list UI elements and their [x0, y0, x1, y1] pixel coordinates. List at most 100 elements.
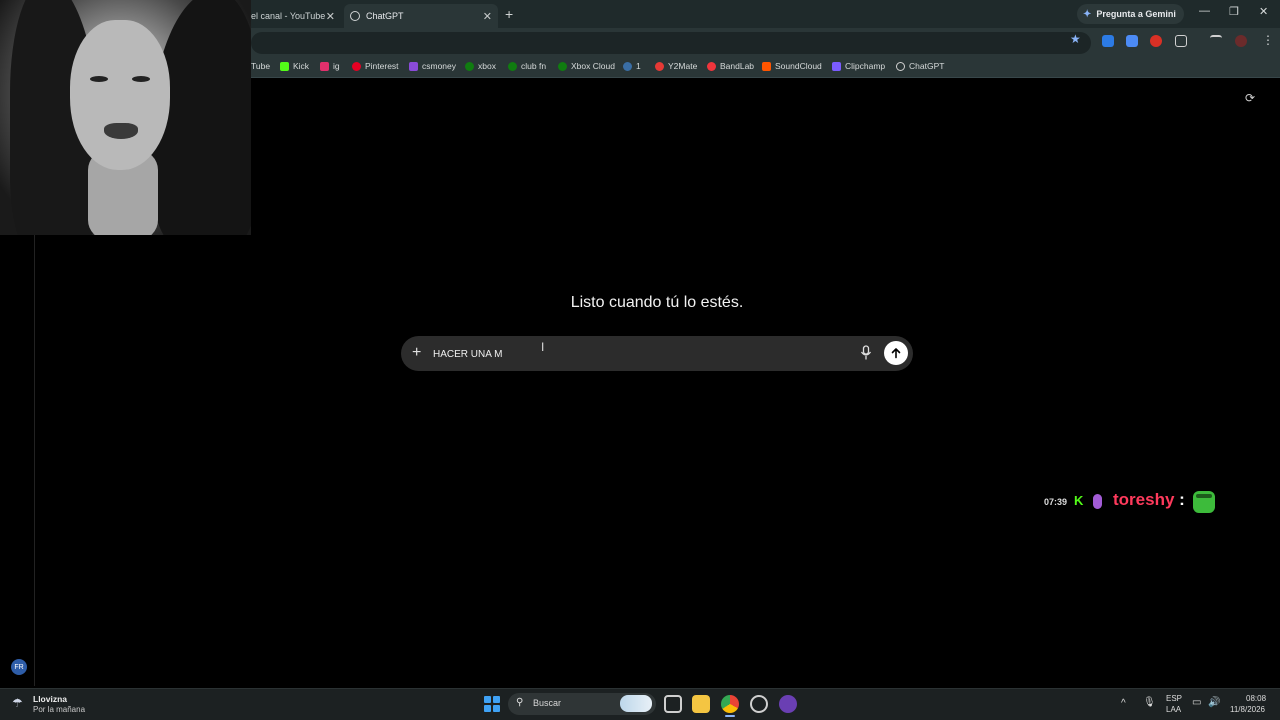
chat-separator: : [1179, 490, 1185, 509]
bookmark-label: Xbox Cloud [571, 61, 615, 71]
bookmark-item[interactable]: BandLab [707, 61, 754, 71]
kick-icon [280, 61, 289, 71]
streaming-app-icon[interactable] [779, 695, 797, 713]
microphone-tray-icon[interactable]: 🎙 [1143, 697, 1156, 708]
bookmark-label: ChatGPT [909, 61, 945, 71]
gemini-button-label: Pregunta a Gemini [1096, 9, 1176, 19]
search-label: Buscar [533, 698, 562, 708]
bookmark-label: Y2Mate [668, 61, 698, 71]
xbox-icon [508, 61, 517, 71]
close-icon[interactable]: ✕ [1259, 5, 1268, 18]
bookmark-label: BandLab [720, 61, 755, 71]
obs-icon[interactable] [750, 695, 768, 713]
restore-icon[interactable]: ❐ [1229, 5, 1239, 18]
microphone-icon[interactable] [860, 345, 872, 361]
rain-umbrella-icon[interactable]: ☂ [12, 696, 23, 710]
weather-subtitle[interactable]: Por la mañana [33, 705, 85, 714]
bookmark-label: 1 [636, 61, 641, 71]
menu-dots-icon[interactable]: ⋮ [1262, 33, 1274, 47]
tab-chatgpt[interactable]: ChatGPT ✕ [344, 4, 498, 28]
bookmark-item[interactable]: ChatGPT [896, 61, 944, 71]
steam-icon [623, 61, 632, 71]
language-bottom[interactable]: LAA [1166, 705, 1181, 714]
bookmark-item[interactable]: SoundCloud [762, 61, 822, 71]
refresh-icon[interactable]: ⟳ [1245, 91, 1255, 105]
task-view-icon[interactable] [664, 695, 682, 713]
chrome-active-indicator [725, 715, 735, 717]
bookmark-label: xbox [478, 61, 496, 71]
webcam-face [70, 20, 170, 170]
volume-icon[interactable]: 🔊 [1208, 697, 1220, 708]
text-cursor-icon: I [541, 340, 545, 354]
language-top[interactable]: ESP [1166, 694, 1182, 703]
bookmark-star-icon[interactable]: ★ [1070, 32, 1081, 46]
bookmark-item[interactable]: Xbox Cloud [558, 61, 615, 71]
close-icon[interactable]: ✕ [483, 10, 492, 23]
screen: el canal - YouTube ✕ ChatGPT ✕ + ✦ Pregu… [0, 0, 1280, 720]
media-control-icon[interactable] [1210, 35, 1222, 47]
chat-mic-badge-icon [1093, 494, 1102, 509]
extensions-puzzle-icon[interactable] [1175, 35, 1187, 47]
minimize-icon[interactable]: — [1199, 5, 1210, 17]
bookmark-label: ig [333, 61, 340, 71]
send-button[interactable] [884, 341, 908, 365]
chevron-up-icon[interactable]: ^ [1121, 698, 1126, 709]
bookmark-item[interactable]: 1 [623, 61, 641, 71]
prompt-input[interactable] [433, 345, 843, 363]
chatgpt-icon [350, 11, 360, 21]
chatgpt-icon [896, 61, 905, 71]
profile-avatar[interactable] [1235, 35, 1247, 47]
tab-label: el canal - YouTube [251, 11, 326, 21]
tab-youtube[interactable]: el canal - YouTube ✕ [245, 4, 341, 28]
bookmark-item[interactable]: Kick [280, 61, 309, 71]
search-highlight-art [620, 695, 652, 712]
clock-date[interactable]: 11/8/2026 [1230, 705, 1265, 714]
tab-label: ChatGPT [366, 11, 404, 21]
chrome-icon[interactable] [721, 695, 739, 713]
webcam-mouth [104, 123, 138, 139]
extension-adblock-icon[interactable] [1150, 35, 1162, 47]
pinterest-icon [352, 61, 361, 71]
notification-badge[interactable]: FR [11, 659, 27, 675]
bookmark-item[interactable]: ig [320, 61, 340, 71]
close-icon[interactable]: ✕ [326, 10, 335, 23]
page-headline: Listo cuando tú lo estés. [570, 294, 744, 311]
bandlab-icon [707, 61, 716, 71]
webcam-overlay [0, 0, 251, 235]
extension-translate-icon[interactable] [1126, 35, 1138, 47]
xbox-icon [558, 61, 567, 71]
kick-badge-icon: K [1074, 493, 1084, 508]
bookmark-item[interactable]: Pinterest [352, 61, 399, 71]
clock-time[interactable]: 08:08 [1246, 694, 1266, 703]
gemini-button[interactable]: ✦ Pregunta a Gemini [1077, 4, 1184, 24]
bookmark-item[interactable]: club fn [508, 61, 546, 71]
bookmark-label: Pinterest [365, 61, 399, 71]
bookmark-label: Tube [251, 61, 271, 71]
gemini-spark-icon: ✦ [1083, 8, 1092, 20]
file-explorer-icon[interactable] [692, 695, 710, 713]
extension-wave-icon[interactable] [1102, 35, 1114, 47]
address-bar[interactable] [251, 32, 1091, 54]
webcam-eye-left [90, 76, 108, 82]
bookmark-label: Clipchamp [845, 61, 886, 71]
chat-username-text: toreshy [1113, 490, 1175, 509]
csmoney-icon [409, 61, 418, 71]
bookmark-item[interactable]: Y2Mate [655, 61, 697, 71]
xbox-icon [465, 61, 474, 71]
bookmark-label: Kick [293, 61, 310, 71]
chat-emote-icon [1193, 491, 1215, 513]
weather-title[interactable]: Llovizna [33, 694, 67, 704]
network-icon[interactable]: ▭ [1192, 697, 1201, 708]
new-tab-button[interactable]: + [505, 6, 513, 22]
chat-username: toreshy : [1113, 490, 1185, 510]
bookmark-item[interactable]: Clipchamp [832, 61, 885, 71]
bookmark-item[interactable]: Tube [251, 61, 270, 71]
bookmark-item[interactable]: csmoney [409, 61, 456, 71]
windows-start-icon[interactable] [484, 696, 500, 712]
bookmark-label: SoundCloud [775, 61, 822, 71]
bookmark-label: csmoney [422, 61, 457, 71]
bookmark-item[interactable]: xbox [465, 61, 496, 71]
y2mate-icon [655, 61, 664, 71]
arrow-up-icon [891, 348, 901, 359]
plus-icon[interactable]: + [412, 344, 421, 362]
